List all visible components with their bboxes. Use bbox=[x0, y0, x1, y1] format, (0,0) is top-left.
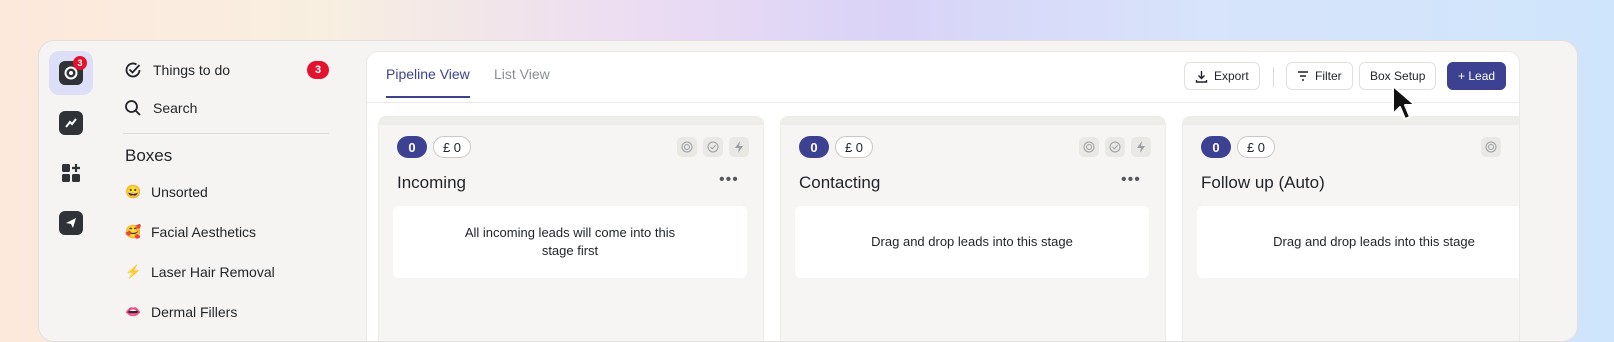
toolbar-divider bbox=[1273, 67, 1274, 87]
rail-item-apps[interactable] bbox=[49, 151, 93, 195]
value-pill: £ 0 bbox=[835, 136, 873, 158]
sidebar-item-things-to-do[interactable]: Things to do 3 bbox=[123, 51, 329, 89]
box-item-laser-hair-removal[interactable]: ⚡ Laser Hair Removal bbox=[123, 252, 329, 292]
icon-rail: 3 bbox=[49, 51, 95, 251]
stage-title: Follow up (Auto) bbox=[1201, 173, 1325, 192]
drop-zone-text: Drag and drop leads into this stage bbox=[871, 234, 1073, 249]
more-options-icon[interactable]: ••• bbox=[719, 171, 739, 189]
box-item-dermal-fillers[interactable]: 👄 Dermal Fillers bbox=[123, 292, 329, 332]
tab-pipeline-view[interactable]: Pipeline View bbox=[386, 66, 470, 98]
rail-item-analytics[interactable] bbox=[49, 101, 93, 145]
download-icon bbox=[1195, 70, 1208, 83]
export-button[interactable]: Export bbox=[1184, 62, 1260, 90]
tab-list-view[interactable]: List View bbox=[494, 66, 550, 96]
search-icon bbox=[123, 98, 143, 118]
filter-label: Filter bbox=[1315, 69, 1342, 83]
check-circle-icon[interactable] bbox=[703, 137, 723, 157]
boxes-heading: Boxes bbox=[125, 146, 173, 165]
lightning-emoji-icon: ⚡ bbox=[125, 264, 142, 279]
sidebar-divider bbox=[123, 133, 329, 134]
rail-item-home[interactable]: 3 bbox=[49, 51, 93, 95]
pipeline-toolbar: Pipeline View List View Export Filter Bo… bbox=[367, 52, 1519, 103]
stage-title: Contacting bbox=[799, 173, 881, 192]
box-label: Laser Hair Removal bbox=[151, 264, 275, 280]
add-lead-button[interactable]: + Lead bbox=[1447, 62, 1507, 90]
count-badge: 3 bbox=[307, 61, 329, 79]
filter-button[interactable]: Filter bbox=[1286, 62, 1353, 90]
sidebar: Things to do 3 Search Boxes 😀 Unsorted 🥰… bbox=[123, 51, 329, 332]
stage-column-incoming: 0 £ 0 Incoming ••• All incoming leads wi… bbox=[378, 116, 764, 341]
drop-zone[interactable]: Drag and drop leads into this stage bbox=[795, 206, 1149, 278]
drop-zone-text: Drag and drop leads into this stage bbox=[1273, 234, 1475, 249]
lead-count-pill: 0 bbox=[1201, 136, 1231, 158]
trending-chart-icon bbox=[59, 111, 83, 135]
sidebar-item-label: Things to do bbox=[153, 62, 231, 78]
rail-item-send[interactable] bbox=[49, 201, 93, 245]
more-options-icon[interactable]: ••• bbox=[1121, 171, 1141, 189]
value-pill: £ 0 bbox=[433, 136, 471, 158]
check-circle-icon bbox=[123, 60, 143, 80]
drop-zone[interactable]: Drag and drop leads into this stage bbox=[1197, 206, 1519, 278]
box-item-facial-aesthetics[interactable]: 🥰 Facial Aesthetics bbox=[123, 212, 329, 252]
target-icon[interactable] bbox=[1079, 137, 1099, 157]
lightning-icon[interactable] bbox=[729, 137, 749, 157]
sidebar-item-search[interactable]: Search bbox=[123, 89, 329, 127]
lips-emoji-icon: 👄 bbox=[125, 304, 142, 319]
smile-emoji-icon: 😀 bbox=[125, 184, 142, 199]
box-item-unsorted[interactable]: 😀 Unsorted bbox=[123, 172, 329, 212]
apps-grid-icon bbox=[59, 161, 83, 185]
box-label: Facial Aesthetics bbox=[151, 224, 257, 240]
stage-column-follow-up-auto: 0 £ 0 Follow up (Auto) Drag and drop lea… bbox=[1182, 116, 1519, 341]
send-icon bbox=[59, 211, 83, 235]
stage-title: Incoming bbox=[397, 173, 466, 192]
app-window: 3 Things to do 3 Search Boxes 😀 Unsorted… bbox=[38, 40, 1578, 342]
notification-badge: 3 bbox=[73, 56, 87, 70]
pipeline-panel: Pipeline View List View Export Filter Bo… bbox=[366, 51, 1520, 341]
hearts-emoji-icon: 🥰 bbox=[125, 224, 142, 239]
box-label: Unsorted bbox=[151, 184, 208, 200]
lead-count-pill: 0 bbox=[397, 136, 427, 158]
lightning-icon[interactable] bbox=[1131, 137, 1151, 157]
target-icon[interactable] bbox=[677, 137, 697, 157]
box-label: Dermal Fillers bbox=[151, 304, 238, 320]
drop-zone[interactable]: All incoming leads will come into this s… bbox=[393, 206, 747, 278]
stage-column-contacting: 0 £ 0 Contacting ••• Drag and drop leads… bbox=[780, 116, 1166, 341]
value-pill: £ 0 bbox=[1237, 136, 1275, 158]
sidebar-item-label: Search bbox=[153, 100, 198, 116]
check-circle-icon[interactable] bbox=[1105, 137, 1125, 157]
drop-zone-text: All incoming leads will come into this s… bbox=[464, 225, 676, 258]
filter-icon bbox=[1298, 71, 1308, 81]
lead-count-pill: 0 bbox=[799, 136, 829, 158]
export-label: Export bbox=[1214, 69, 1249, 83]
target-icon[interactable] bbox=[1481, 137, 1501, 157]
mouse-cursor-icon bbox=[1392, 85, 1416, 120]
